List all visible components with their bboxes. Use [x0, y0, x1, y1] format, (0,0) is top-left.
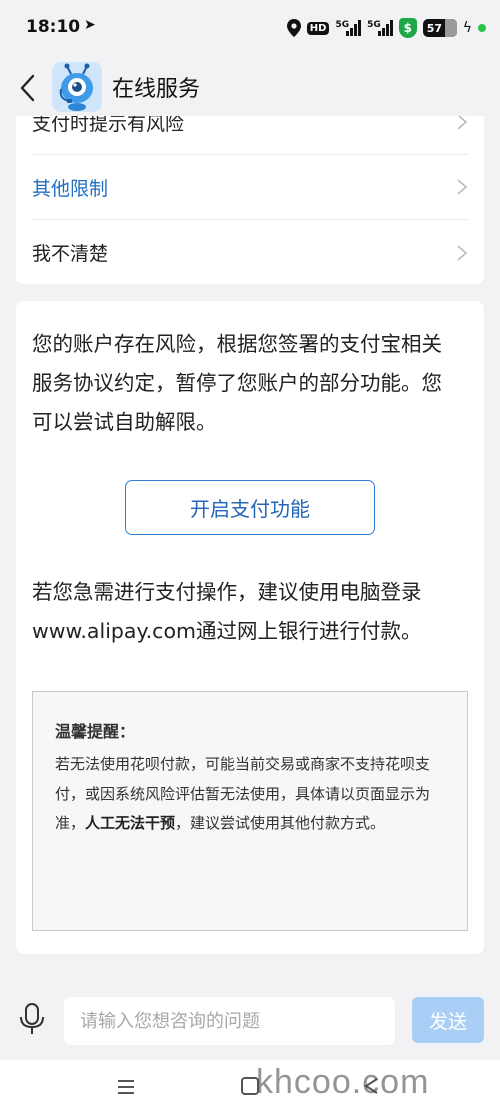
- signal-icon-2: 5G: [367, 20, 393, 36]
- location-pin-icon: [286, 19, 301, 37]
- tips-emphasis: 人工无法干预: [85, 814, 176, 832]
- chat-content[interactable]: 支付时提示有风险 其他限制 我不清楚 您的账户存在风险，根据您签署的支付宝相关服…: [0, 116, 500, 978]
- hd-call-icon: HD: [306, 21, 330, 35]
- risk-info-card: 您的账户存在风险，根据您签署的支付宝相关服务协议约定，暂停了您账户的部分功能。您…: [16, 301, 484, 954]
- menu-item-label: 支付时提示有风险: [32, 116, 185, 135]
- chevron-right-icon: [457, 179, 468, 195]
- header: 在线服务: [0, 58, 500, 116]
- tips-title: 温馨提醒：: [55, 722, 136, 741]
- page-title: 在线服务: [112, 77, 201, 102]
- chevron-right-icon: [457, 116, 468, 130]
- notification-dot-icon: [478, 24, 486, 32]
- question-input[interactable]: [64, 997, 395, 1045]
- input-bar: 发送: [0, 978, 500, 1060]
- pc-login-notice: 若您急需进行支付操作，建议使用电脑登录www.alipay.com通过网上银行进…: [32, 580, 422, 643]
- menu-item-not-sure[interactable]: 我不清楚: [32, 220, 468, 285]
- risk-message: 您的账户存在风险，根据您签署的支付宝相关服务协议约定，暂停了您账户的部分功能。您…: [32, 332, 442, 434]
- tips-box: 温馨提醒： 若无法使用花呗付款，可能当前交易或商家不支持花呗支付，或因系统风险评…: [32, 691, 468, 931]
- battery-icon: 57: [422, 19, 457, 37]
- enable-payment-button[interactable]: 开启支付功能: [125, 480, 375, 535]
- menu-item-label: 我不清楚: [32, 243, 109, 265]
- tips-text-end: ，建议尝试使用其他付款方式。: [175, 814, 386, 832]
- option-menu-card: 支付时提示有风险 其他限制 我不清楚: [16, 116, 484, 284]
- status-icons: HD 5G 5G $ 57 ϟ: [286, 16, 486, 40]
- menu-icon[interactable]: [116, 1078, 136, 1096]
- status-time: 18:10: [26, 17, 81, 37]
- send-button[interactable]: 发送: [412, 997, 484, 1043]
- status-bar: 18:10 ➤ HD 5G 5G $ 57 ϟ: [0, 0, 500, 58]
- menu-item-payment-risk[interactable]: 支付时提示有风险: [32, 116, 468, 155]
- tips-body: 若无法使用花呗付款，可能当前交易或商家不支持花呗支付，或因系统风险评估暂无法使用…: [55, 750, 445, 839]
- chevron-right-icon: [457, 244, 468, 261]
- menu-item-other-restrictions[interactable]: 其他限制: [32, 155, 468, 220]
- assistant-avatar-icon: [52, 62, 102, 112]
- security-shield-icon: $: [398, 18, 417, 38]
- location-arrow-icon: ➤: [84, 17, 96, 33]
- signal-icon: 5G: [335, 20, 362, 36]
- watermark: khcoo.com: [256, 1063, 430, 1101]
- back-button[interactable]: [12, 70, 42, 106]
- menu-item-label: 其他限制: [32, 177, 109, 200]
- battery-level: 57: [426, 21, 443, 35]
- chevron-left-icon: [20, 74, 35, 102]
- microphone-icon[interactable]: [18, 1002, 46, 1036]
- charging-icon: ϟ: [462, 20, 472, 36]
